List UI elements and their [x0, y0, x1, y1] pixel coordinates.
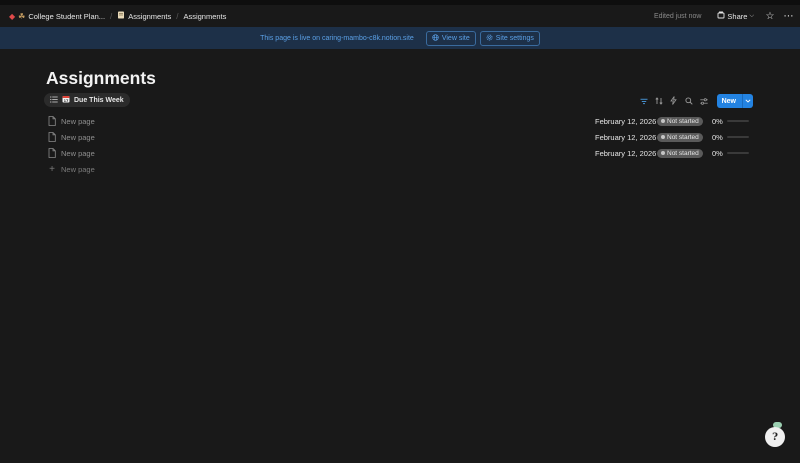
- new-dropdown-button[interactable]: [742, 94, 753, 108]
- breadcrumb-separator: /: [110, 11, 113, 21]
- breadcrumb-workspace[interactable]: ◆ ☘ College Student Plan...: [7, 11, 107, 22]
- row-title: New page: [61, 148, 95, 158]
- lightning-icon: [670, 92, 677, 110]
- svg-text:17: 17: [64, 99, 69, 103]
- chevron-down-icon: [745, 98, 751, 105]
- site-settings-button[interactable]: Site settings: [479, 30, 540, 46]
- status-label: Not started: [667, 133, 699, 141]
- status-dot: [661, 151, 665, 155]
- breadcrumb-parent[interactable]: Assignments: [115, 10, 173, 22]
- site-settings-label: Site settings: [495, 34, 534, 42]
- question-icon: ?: [772, 431, 778, 443]
- search-button[interactable]: [684, 95, 694, 107]
- gear-icon: [486, 34, 493, 43]
- page-title[interactable]: Assignments: [46, 68, 156, 89]
- progress-percent: 0%: [712, 132, 723, 142]
- share-button[interactable]: Share ⌵: [713, 9, 758, 23]
- favorite-button[interactable]: ☆: [764, 10, 776, 22]
- list-icon: [50, 95, 58, 105]
- filter-button[interactable]: [639, 95, 649, 107]
- sort-icon: [655, 92, 663, 110]
- progress-percent: 0%: [712, 148, 723, 158]
- row-due-date: February 12, 2026: [595, 116, 657, 126]
- more-icon: ⋯: [783, 10, 794, 22]
- banner-text: This page is live on caring-mambo-c8k.no…: [260, 34, 414, 42]
- filter-icon: [640, 92, 648, 110]
- share-icon: [717, 11, 725, 21]
- add-new-page-label: New page: [61, 164, 95, 174]
- add-new-page-row[interactable]: + New page: [46, 161, 756, 177]
- status-label: Not started: [667, 149, 699, 157]
- list-item[interactable]: New page February 12, 2026 Not started 0…: [46, 113, 756, 129]
- page-icon: [47, 131, 57, 143]
- view-tab-due-this-week[interactable]: 17 Due This Week: [44, 93, 130, 107]
- sort-button[interactable]: [654, 95, 664, 107]
- view-site-label: View site: [441, 34, 470, 42]
- progress-bar: [727, 136, 749, 138]
- more-button[interactable]: ⋯: [782, 10, 794, 22]
- row-due-date: February 12, 2026: [595, 148, 657, 158]
- row-due-date: February 12, 2026: [595, 132, 657, 142]
- help-button[interactable]: ?: [765, 427, 785, 447]
- progress-percent: 0%: [712, 116, 723, 126]
- chevron-down-icon: ⌵: [749, 12, 754, 19]
- list-item[interactable]: New page February 12, 2026 Not started 0…: [46, 129, 756, 145]
- workspace-icon: ◆: [9, 11, 16, 21]
- share-label: Share: [727, 11, 748, 21]
- breadcrumb-label-workspace: College Student Plan...: [28, 11, 106, 21]
- breadcrumb-label-current: Assignments: [183, 11, 227, 21]
- notebook-icon: [117, 11, 125, 21]
- status-badge[interactable]: Not started: [657, 116, 703, 126]
- list-item[interactable]: New page February 12, 2026 Not started 0…: [46, 145, 756, 161]
- star-icon: ☆: [765, 10, 775, 22]
- topbar-actions: Edited just now Share ⌵ ☆ ⋯: [654, 5, 794, 27]
- new-button-label: New: [721, 97, 736, 105]
- new-button[interactable]: New: [716, 94, 753, 108]
- status-dot: [661, 135, 665, 139]
- calendar-icon: 17: [62, 95, 70, 105]
- plus-icon: +: [49, 163, 55, 175]
- status-badge[interactable]: Not started: [657, 148, 703, 158]
- progress-bar: [727, 152, 749, 154]
- search-icon: [685, 92, 693, 110]
- view-settings-button[interactable]: [699, 95, 709, 107]
- home-icon: ☘: [18, 11, 26, 21]
- globe-icon: [432, 33, 439, 43]
- breadcrumb: ◆ ☘ College Student Plan... / Assignment…: [7, 10, 228, 22]
- top-bar: ◆ ☘ College Student Plan... / Assignment…: [0, 5, 800, 27]
- view-site-button[interactable]: View site: [425, 30, 476, 46]
- edited-status: Edited just now: [653, 12, 702, 20]
- row-title: New page: [61, 116, 95, 126]
- breadcrumb-separator: /: [176, 11, 179, 21]
- automation-button[interactable]: [669, 95, 679, 107]
- status-dot: [661, 119, 665, 123]
- view-tab-label: Due This Week: [74, 96, 124, 104]
- database-toolbar: New: [639, 94, 753, 108]
- row-title: New page: [61, 132, 95, 142]
- sliders-icon: [699, 92, 708, 110]
- page-icon: [47, 147, 57, 159]
- assignments-list: New page February 12, 2026 Not started 0…: [46, 113, 756, 177]
- site-live-banner: This page is live on caring-mambo-c8k.no…: [0, 27, 800, 49]
- progress-bar: [727, 120, 749, 122]
- status-badge[interactable]: Not started: [657, 132, 703, 142]
- status-label: Not started: [667, 117, 699, 125]
- breadcrumb-current[interactable]: Assignments: [181, 11, 228, 22]
- page-icon: [47, 115, 57, 127]
- breadcrumb-label-parent: Assignments: [128, 11, 172, 21]
